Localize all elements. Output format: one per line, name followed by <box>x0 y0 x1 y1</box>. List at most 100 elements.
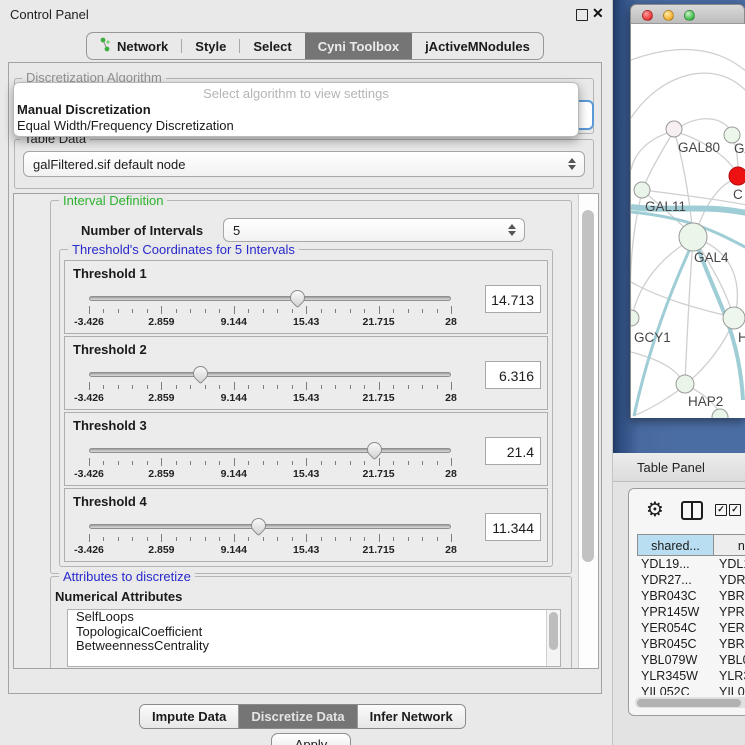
tab-cyni-toolbox[interactable]: Cyni Toolbox <box>305 33 412 59</box>
network-node[interactable] <box>729 167 745 185</box>
slider-track[interactable] <box>89 524 451 529</box>
tab-network-label: Network <box>117 39 168 54</box>
application-window: Control Panel ✕ Network Style Select Cyn… <box>0 0 745 745</box>
bottom-tab-bar: Impute Data Discretize Data Infer Networ… <box>139 704 466 729</box>
slider-thumb[interactable] <box>248 515 269 536</box>
scrollbar-thumb[interactable] <box>549 612 558 650</box>
tab-style[interactable]: Style <box>182 33 239 59</box>
threshold-value-field[interactable]: 14.713 <box>485 285 541 313</box>
slider-thumb[interactable] <box>364 439 385 460</box>
float-window-icon[interactable] <box>576 9 588 21</box>
table-row[interactable]: YBR043C YBR0 <box>637 588 745 604</box>
checkbox-icon[interactable]: ✓ <box>729 504 741 516</box>
network-node[interactable] <box>679 223 707 251</box>
threshold-value-field[interactable]: 6.316 <box>485 361 541 389</box>
slider-tick-labels: -3.4262.8599.14415.4321.71528 <box>89 316 451 328</box>
table-row[interactable]: YDL19... YDL1 <box>637 556 745 572</box>
slider-track[interactable] <box>89 372 451 377</box>
cell-shared-name[interactable]: YPR145W <box>637 604 714 620</box>
cell-name[interactable]: YER0 <box>714 620 745 636</box>
dropdown-option-manual[interactable]: Manual Discretization <box>14 102 578 118</box>
cell-name[interactable]: YDR2 <box>714 572 745 588</box>
zoom-traffic-light-icon[interactable] <box>684 10 695 21</box>
split-column-icon[interactable] <box>681 501 703 520</box>
apply-button[interactable]: Apply <box>271 733 351 745</box>
tab-network[interactable]: Network <box>87 33 181 59</box>
minimize-traffic-light-icon[interactable] <box>663 10 674 21</box>
table-toolbar: ⚙ ✓ ✓ <box>629 489 745 531</box>
list-item[interactable]: SelfLoops <box>68 610 560 625</box>
cell-name[interactable]: YLR3 <box>714 668 745 684</box>
slider-track[interactable] <box>89 448 451 453</box>
scrollbar-thumb[interactable] <box>637 699 741 707</box>
tab-infer-network[interactable]: Infer Network <box>357 705 465 728</box>
slider-track[interactable] <box>89 296 451 301</box>
slider-ticks <box>89 534 451 543</box>
threshold-slider[interactable] <box>89 365 451 383</box>
algorithm-dropdown-popup: Select algorithm to view settings Manual… <box>13 82 579 137</box>
network-node[interactable] <box>676 375 694 393</box>
cell-shared-name[interactable]: YDL19... <box>637 556 714 572</box>
network-node-label: HAP2 <box>688 394 723 409</box>
column-header-name[interactable]: name <box>714 534 745 556</box>
algorithm-combobox[interactable] <box>578 100 594 130</box>
table-row[interactable]: YIL052C YIL0 <box>637 684 745 695</box>
network-canvas[interactable]: GAL80GACGAL11GAL4GCY1HHAP2 <box>630 24 745 418</box>
network-node-label: GAL11 <box>645 199 686 214</box>
cell-shared-name[interactable]: YLR345W <box>637 668 714 684</box>
list-item[interactable]: TopologicalCoefficient <box>68 625 560 640</box>
cell-name[interactable]: YBR0 <box>714 636 745 652</box>
tab-select[interactable]: Select <box>240 33 304 59</box>
network-node[interactable] <box>723 307 745 329</box>
table-data-combobox[interactable]: galFiltered.sif default node <box>23 151 585 177</box>
table-panel-titlebar: Table Panel <box>613 453 745 482</box>
cell-name[interactable]: YBL0 <box>714 652 745 668</box>
threshold-slider[interactable] <box>89 517 451 535</box>
threshold-value-field[interactable]: 11.344 <box>485 513 541 541</box>
cell-name[interactable]: YIL0 <box>714 684 745 695</box>
table-row[interactable]: YDR27... YDR2 <box>637 572 745 588</box>
cell-shared-name[interactable]: YBR043C <box>637 588 714 604</box>
column-header-shared-name[interactable]: shared... <box>637 534 714 556</box>
slider-thumb[interactable] <box>287 287 308 308</box>
table-row[interactable]: YBR045C YBR0 <box>637 636 745 652</box>
network-node-label: GCY1 <box>634 330 671 345</box>
cell-shared-name[interactable]: YER054C <box>637 620 714 636</box>
cell-name[interactable]: YDL1 <box>714 556 745 572</box>
cell-name[interactable]: YBR0 <box>714 588 745 604</box>
list-item[interactable]: BetweennessCentrality <box>68 639 560 654</box>
tab-discretize-data[interactable]: Discretize Data <box>238 705 356 728</box>
cell-shared-name[interactable]: YIL052C <box>637 684 714 695</box>
cell-name[interactable]: YPR1 <box>714 604 745 620</box>
table-row[interactable]: YPR145W YPR1 <box>637 604 745 620</box>
network-node[interactable] <box>712 409 728 418</box>
network-window-titlebar[interactable] <box>630 4 745 24</box>
table-row[interactable]: YER054C YER0 <box>637 620 745 636</box>
close-traffic-light-icon[interactable] <box>642 10 653 21</box>
threshold-value-field[interactable]: 21.4 <box>485 437 541 465</box>
vertical-scrollbar[interactable] <box>578 194 598 668</box>
cell-shared-name[interactable]: YBR045C <box>637 636 714 652</box>
table-row[interactable]: YLR345W YLR3 <box>637 668 745 684</box>
tab-impute-data[interactable]: Impute Data <box>140 705 238 728</box>
table-row[interactable]: YBL079W YBL0 <box>637 652 745 668</box>
number-of-intervals-combobox[interactable]: 5 <box>223 218 525 242</box>
cell-shared-name[interactable]: YBL079W <box>637 652 714 668</box>
threshold-slider[interactable] <box>89 441 451 459</box>
close-icon[interactable]: ✕ <box>592 5 604 22</box>
gear-icon[interactable]: ⚙ <box>646 497 664 521</box>
checkbox-icon[interactable]: ✓ <box>715 504 727 516</box>
attributes-scrollbar[interactable] <box>546 610 560 666</box>
slider-thumb[interactable] <box>190 363 211 384</box>
horizontal-scrollbar[interactable] <box>635 697 745 708</box>
cell-shared-name[interactable]: YDR27... <box>637 572 714 588</box>
network-node[interactable] <box>666 121 682 137</box>
threshold-slider[interactable] <box>89 289 451 307</box>
tab-jactivemnodules[interactable]: jActiveMNodules <box>412 33 543 59</box>
network-node[interactable] <box>631 310 639 326</box>
network-node[interactable] <box>634 182 650 198</box>
tab-jactive-label: jActiveMNodules <box>425 39 530 54</box>
table-header-row: shared... name <box>637 534 745 556</box>
dropdown-option-equal-width[interactable]: Equal Width/Frequency Discretization <box>14 118 578 134</box>
scrollbar-thumb[interactable] <box>582 210 594 562</box>
